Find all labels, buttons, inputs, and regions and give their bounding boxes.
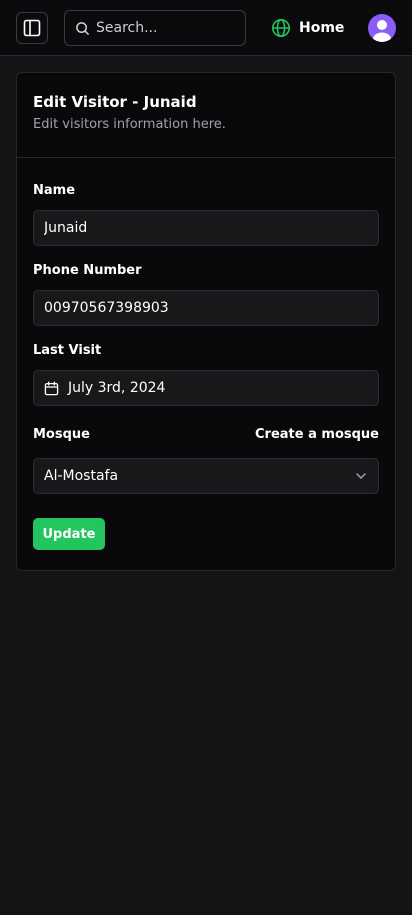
home-link-label: Home: [299, 20, 345, 36]
search-icon: [76, 21, 89, 35]
create-mosque-link[interactable]: Create a mosque: [255, 427, 379, 442]
mosque-selected-value: Al-Mostafa: [44, 468, 119, 484]
name-label: Name: [33, 183, 76, 198]
chevron-down-icon: [356, 473, 366, 479]
home-link[interactable]: Home: [271, 17, 344, 39]
user-icon: [373, 20, 391, 42]
search-input[interactable]: [96, 20, 236, 36]
sidebar-toggle-button[interactable]: [16, 12, 48, 44]
sidebar-toggle-icon: [23, 19, 41, 37]
mosque-label: Mosque: [33, 427, 90, 442]
phone-input[interactable]: [44, 300, 368, 316]
last-visit-value: July 3rd, 2024: [68, 380, 166, 396]
card-description: Edit visitors information here.: [33, 117, 226, 132]
calendar-icon: [44, 380, 59, 395]
last-visit-label: Last Visit: [33, 343, 102, 358]
card-title: Edit Visitor - Junaid: [33, 93, 197, 111]
phone-label: Phone Number: [33, 263, 142, 278]
globe-icon: [272, 19, 290, 37]
card-header: Edit Visitor - Junaid Edit visitors info…: [17, 73, 395, 158]
name-field[interactable]: [33, 210, 379, 246]
name-input[interactable]: [44, 220, 368, 236]
top-bar: Home: [0, 0, 412, 56]
search-box[interactable]: [64, 10, 246, 46]
last-visit-date-picker[interactable]: July 3rd, 2024: [33, 370, 379, 406]
mosque-select[interactable]: Al-Mostafa: [33, 458, 379, 494]
update-button[interactable]: Update: [33, 518, 105, 550]
edit-visitor-card: Edit Visitor - Junaid Edit visitors info…: [16, 72, 396, 571]
avatar[interactable]: [368, 14, 396, 42]
phone-field[interactable]: [33, 290, 379, 326]
